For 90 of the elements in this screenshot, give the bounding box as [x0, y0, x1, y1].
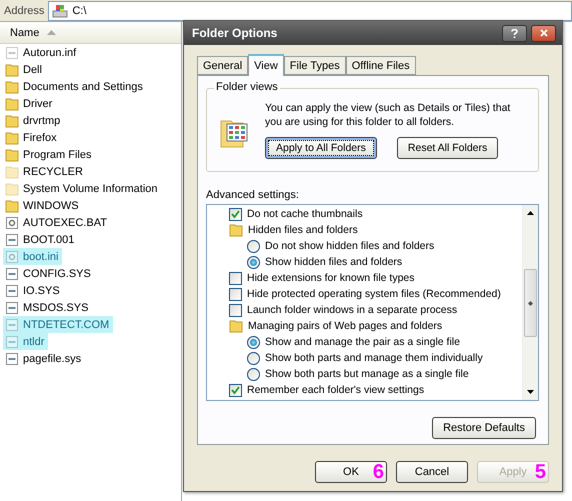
- file-icon: [5, 232, 19, 246]
- dialog-button[interactable]: OK 6: [315, 461, 387, 483]
- file-row[interactable]: CONFIG.SYS: [3, 265, 95, 282]
- setting-label: Remember each folder's view settings: [247, 384, 424, 396]
- restore-defaults-button[interactable]: Restore Defaults: [432, 417, 536, 439]
- section-label: Advanced settings:: [206, 189, 300, 201]
- file-row[interactable]: Driver: [3, 95, 56, 112]
- apply-view-button[interactable]: Reset All Folders: [396, 137, 498, 159]
- setting-label: Show both parts and manage them individually: [265, 352, 483, 364]
- scrollbar[interactable]: [522, 205, 538, 400]
- file-row[interactable]: RECYCLER: [3, 163, 87, 180]
- setting-group-label: Managing pairs of Web pages and folders: [248, 320, 442, 332]
- help-button[interactable]: [502, 24, 527, 42]
- drive-icon: [52, 4, 68, 18]
- column-header[interactable]: Name: [0, 22, 181, 44]
- scroll-thumb-grip-icon[interactable]: [528, 300, 533, 306]
- folder-icon: [5, 114, 19, 128]
- folder-icon: [229, 319, 243, 333]
- checkbox[interactable]: [229, 208, 242, 220]
- file-row[interactable]: Program Files: [3, 146, 96, 163]
- setting-label: Do not show hidden files and folders: [265, 240, 434, 252]
- file-icon: [5, 318, 19, 332]
- sort-arrow-icon: [47, 30, 56, 35]
- file-icon: [5, 284, 19, 298]
- file-row[interactable]: Documents and Settings: [3, 78, 147, 95]
- radio-button[interactable]: [247, 240, 260, 252]
- radio-button[interactable]: [247, 336, 260, 348]
- folder-icon: [5, 96, 19, 110]
- apply-view-button[interactable]: Apply to All Folders: [265, 137, 377, 159]
- file-row[interactable]: Firefox: [3, 129, 61, 146]
- group-title: Folder views: [214, 81, 280, 93]
- address-label: Address: [3, 4, 46, 16]
- file-row[interactable]: Dell: [3, 61, 46, 78]
- help-icon: [511, 28, 518, 38]
- file-row[interactable]: ntldr: [3, 333, 48, 350]
- radio-button[interactable]: [247, 352, 260, 364]
- file-icon: [5, 266, 19, 280]
- address-field[interactable]: C:\: [48, 0, 572, 20]
- setting-label: Do not cache thumbnails: [247, 208, 363, 220]
- setting-label: Show both parts but manage as a single file: [265, 368, 469, 380]
- setting-label: Show hidden files and folders: [265, 256, 402, 268]
- settings-file-icon: [5, 250, 19, 264]
- close-button[interactable]: [531, 24, 556, 42]
- folder-icon: [5, 62, 19, 76]
- folder-icon: [5, 80, 19, 94]
- file-icon: [5, 352, 19, 366]
- radio-button[interactable]: [247, 256, 260, 268]
- dialog-button[interactable]: Cancel: [396, 461, 468, 483]
- setting-label: Hide protected operating system files (Recommended): [247, 288, 501, 300]
- scroll-down-arrow-icon[interactable]: [527, 390, 534, 394]
- file-icon: [5, 300, 19, 314]
- step-marker: 6: [372, 461, 384, 483]
- description-text: You can apply the view (such as Details or Tiles) that you are using for this folder to all folders.: [265, 101, 512, 129]
- title-bar: Folder Options: [184, 21, 562, 45]
- file-row[interactable]: Autorun.inf: [3, 44, 80, 61]
- tab[interactable]: View: [248, 54, 284, 76]
- checkbox[interactable]: [229, 304, 242, 316]
- tab[interactable]: Offline Files: [346, 56, 416, 75]
- file-row[interactable]: WINDOWS: [3, 197, 83, 214]
- folder-icon: [5, 164, 19, 178]
- settings-file-icon: [5, 216, 19, 230]
- checkbox[interactable]: [229, 384, 242, 396]
- checkbox[interactable]: [229, 272, 242, 284]
- close-icon: [540, 29, 548, 37]
- setting-label: Launch folder windows in a separate process: [247, 304, 458, 316]
- file-row[interactable]: AUTOEXEC.BAT: [3, 214, 111, 231]
- file-row[interactable]: boot.ini: [3, 248, 62, 265]
- setting-group-label: Hidden files and folders: [248, 224, 358, 236]
- tab[interactable]: General: [197, 56, 248, 75]
- file-icon: [5, 46, 19, 60]
- radio-button[interactable]: [247, 368, 260, 380]
- folder-icon: [5, 148, 19, 162]
- setting-label: Hide extensions for known file types: [247, 272, 415, 284]
- file-row[interactable]: IO.SYS: [3, 282, 64, 299]
- folder-icon: [229, 223, 243, 237]
- file-row[interactable]: drvrtmp: [3, 112, 64, 129]
- file-row[interactable]: NTDETECT.COM: [3, 316, 114, 333]
- file-icon: [5, 334, 19, 348]
- file-row[interactable]: pagefile.sys: [3, 350, 86, 367]
- folder-icon: [5, 182, 19, 196]
- setting-label: Show and manage the pair as a single file: [265, 336, 460, 348]
- folder-icon: [5, 198, 19, 212]
- step-marker: 5: [534, 461, 546, 483]
- file-row[interactable]: BOOT.001: [3, 231, 78, 248]
- folder-icon: [5, 130, 19, 144]
- file-row[interactable]: MSDOS.SYS: [3, 299, 92, 316]
- checkbox[interactable]: [229, 288, 242, 300]
- tab[interactable]: File Types: [284, 56, 346, 75]
- file-row[interactable]: System Volume Information: [3, 180, 162, 197]
- scroll-up-arrow-icon[interactable]: [527, 211, 534, 215]
